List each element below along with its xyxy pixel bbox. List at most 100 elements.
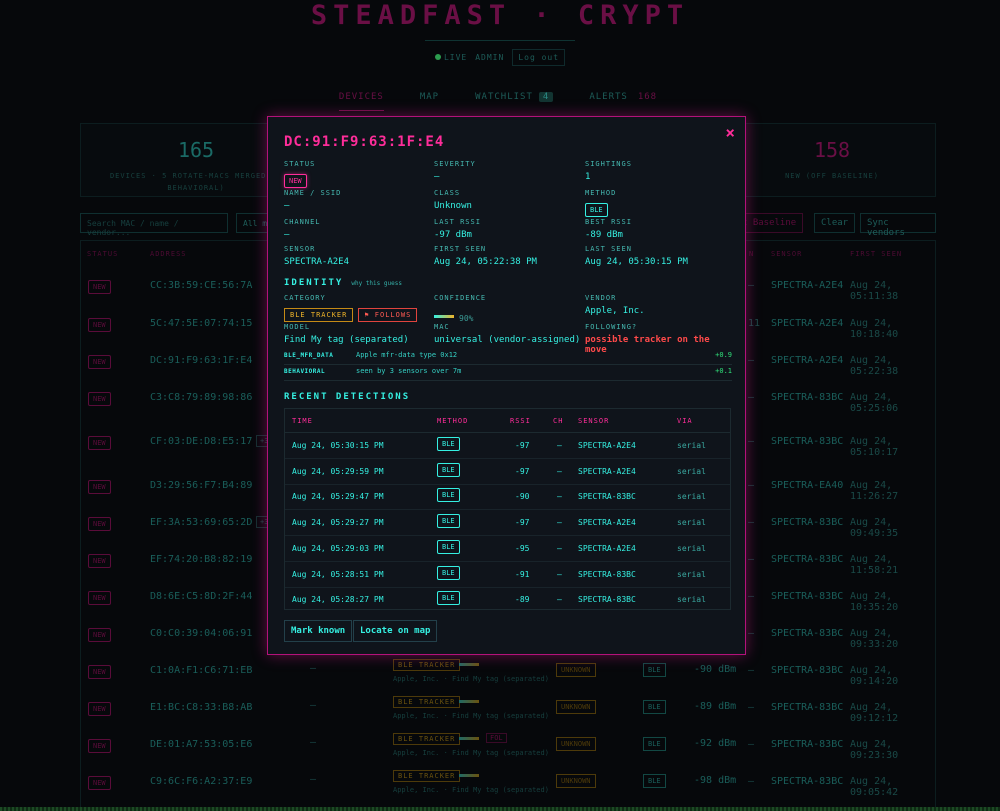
detection-via: serial (677, 441, 706, 450)
field-status: STATUS NEW (284, 160, 315, 188)
device-address: C0:C0:39:04:06:91 (150, 628, 253, 639)
field-class: CLASS Unknown (434, 189, 472, 211)
field-first-seen: FIRST SEEN Aug 24, 05:22:38 PM (434, 245, 537, 267)
field-method: METHOD BLE (585, 189, 616, 217)
watchlist-count-badge: 4 (538, 92, 554, 102)
table-row[interactable]: NEW C9:6C:F6:A2:37:E9 — BLE TRACKER Apple, I… (80, 768, 936, 804)
class-value: Unknown (434, 201, 472, 211)
detection-via: serial (677, 466, 706, 476)
close-icon[interactable]: × (725, 123, 735, 142)
table-row[interactable]: NEW E1:BC:C8:33:B8:AB — BLE TRACKER Apple, I… (80, 694, 936, 730)
th-sensor: SENSOR (578, 417, 610, 425)
field-sightings: SIGHTINGS 1 (585, 160, 632, 182)
status-badge: NEW (88, 702, 111, 716)
first-seen: Aug 24, 09:14:20 (850, 665, 899, 687)
th-ch: CH (553, 417, 564, 425)
field-best-rssi: BEST RSSI -89 dBm (585, 218, 632, 240)
confidence-bar (459, 737, 479, 740)
th-time: TIME (292, 417, 313, 425)
first-seen: Aug 24, 10:35:20 (850, 591, 899, 613)
category-badge: BLE TRACKER (393, 770, 461, 782)
device-address: EF:74:20:B8:82:19 (150, 554, 253, 565)
category-badge: BLE TRACKER (393, 733, 461, 745)
follows-badge: FOL (486, 733, 507, 743)
channel-value: — (748, 517, 755, 528)
device-vendor: Apple, Inc. · Find My tag (separated) (393, 749, 549, 757)
detection-sensor: SPECTRA-83BC (578, 492, 636, 502)
field-confidence: CONFIDENCE 90% (434, 294, 486, 325)
tab-devices[interactable]: DEVICES (338, 92, 384, 111)
detections-table[interactable]: TIME METHOD RSSI CH SENSOR VIA Aug 24, 0… (284, 408, 731, 610)
first-seen: Aug 24, 05:22:38 (850, 355, 899, 377)
detection-row: Aug 24, 05:28:51 PM BLE -91 — SPECTRA-83BC se… (285, 562, 730, 588)
evidence-row: BEHAVIORAL seen by 3 sensors over 7m +0.… (284, 366, 732, 381)
tab-devices-label: DEVICES (338, 92, 384, 102)
sensor-name: SPECTRA-83BC (771, 665, 844, 676)
detection-time: Aug 24, 05:28:27 PM (292, 595, 384, 605)
device-address: CC:3B:59:CE:56:7A (150, 280, 253, 291)
table-row[interactable]: NEW DE:01:A7:53:05:E6 — BLE TRACKER FOL Apple… (80, 731, 936, 767)
tab-map-label: MAP (419, 92, 440, 102)
clear-button[interactable]: Clear (814, 213, 856, 233)
table-row[interactable]: NEW C1:0A:F1:C6:71:EB — BLE TRACKER Apple, I… (80, 657, 936, 693)
channel-value: — (748, 480, 755, 491)
method-label: METHOD (585, 189, 617, 197)
method-badge: BLE (643, 774, 666, 788)
device-vendor: Apple, Inc. · Find My tag (separated) (393, 786, 549, 794)
detection-time: Aug 24, 05:28:51 PM (292, 569, 384, 579)
channel-value: — (748, 702, 755, 713)
logout-button[interactable]: Log out (512, 49, 566, 66)
field-mac: MAC universal (vendor-assigned) (434, 323, 580, 345)
sensor-name: SPECTRA-A2E4 (771, 280, 844, 291)
detection-sensor: SPECTRA-A2E4 (578, 518, 636, 528)
class-badge: UNKNOWN (556, 700, 596, 714)
mac-value: universal (vendor-assigned) (434, 335, 581, 345)
tab-alerts[interactable]: ALERTS 168 (589, 92, 661, 111)
status-badge: NEW (88, 739, 111, 753)
devices-label: DEVICES · 5 ROTATE-MACS MERGED IN (109, 172, 283, 180)
tab-watchlist[interactable]: WATCHLIST 4 (475, 92, 554, 111)
brand-title: STEADFAST · CRYPT (310, 0, 690, 31)
why-guess-link[interactable]: why this guess (351, 280, 402, 287)
sensor-name: SPECTRA-83BC (771, 517, 844, 528)
rssi-value: -98 dBm (694, 775, 737, 786)
class-badge: UNKNOWN (556, 774, 596, 788)
detection-time: Aug 24, 05:29:59 PM (292, 466, 384, 476)
channel-value: — (748, 776, 755, 787)
device-address: E1:BC:C8:33:B8:AB (150, 702, 253, 713)
method-badge: BLE (643, 737, 666, 751)
sensor-value: SPECTRA-A2E4 (284, 257, 350, 267)
sensor-name: SPECTRA-83BC (771, 628, 844, 639)
new-label: NEW (OFF BASELINE) (785, 172, 879, 180)
best-rssi-label: BEST RSSI (585, 218, 632, 226)
tab-map[interactable]: MAP (420, 92, 439, 111)
field-sensor: SENSOR SPECTRA-A2E4 (284, 245, 349, 267)
detection-time: Aug 24, 05:29:47 PM (292, 492, 384, 502)
detection-via: serial (677, 595, 706, 605)
field-last-seen: LAST SEEN Aug 24, 05:30:15 PM (585, 245, 688, 267)
sensor-name: SPECTRA-83BC (771, 739, 844, 750)
first-seen: Aug 24, 09:33:20 (850, 628, 899, 650)
first-seen: Aug 24, 11:58:21 (850, 554, 899, 576)
sync-vendors-button[interactable]: Sync vendors (860, 213, 936, 238)
device-name: — (310, 774, 317, 785)
status-badge: NEW (88, 591, 111, 605)
sensor-name: SPECTRA-83BC (771, 776, 844, 787)
tab-watchlist-label: WATCHLIST (475, 92, 533, 102)
detection-sensor: SPECTRA-A2E4 (578, 543, 636, 553)
detection-method-badge: BLE (437, 462, 460, 477)
channel-value: — (748, 665, 755, 676)
status-badge: NEW (88, 554, 111, 568)
identity-heading-text: IDENTITY (284, 278, 344, 288)
detection-rssi: -97 (515, 466, 530, 476)
search-input[interactable]: Search MAC / name / vendor... (80, 213, 228, 237)
sightings-value: 1 (585, 172, 591, 182)
locate-on-map-button[interactable]: Locate on map (353, 620, 438, 642)
best-rssi-value: -89 dBm (585, 230, 623, 240)
mark-known-button[interactable]: Mark known (284, 620, 353, 642)
status-badge: NEW (88, 776, 111, 790)
sensor-name: SPECTRA-83BC (771, 702, 844, 713)
detection-channel: — (557, 595, 562, 605)
class-label: CLASS (434, 189, 461, 197)
severity-value: — (434, 172, 440, 182)
